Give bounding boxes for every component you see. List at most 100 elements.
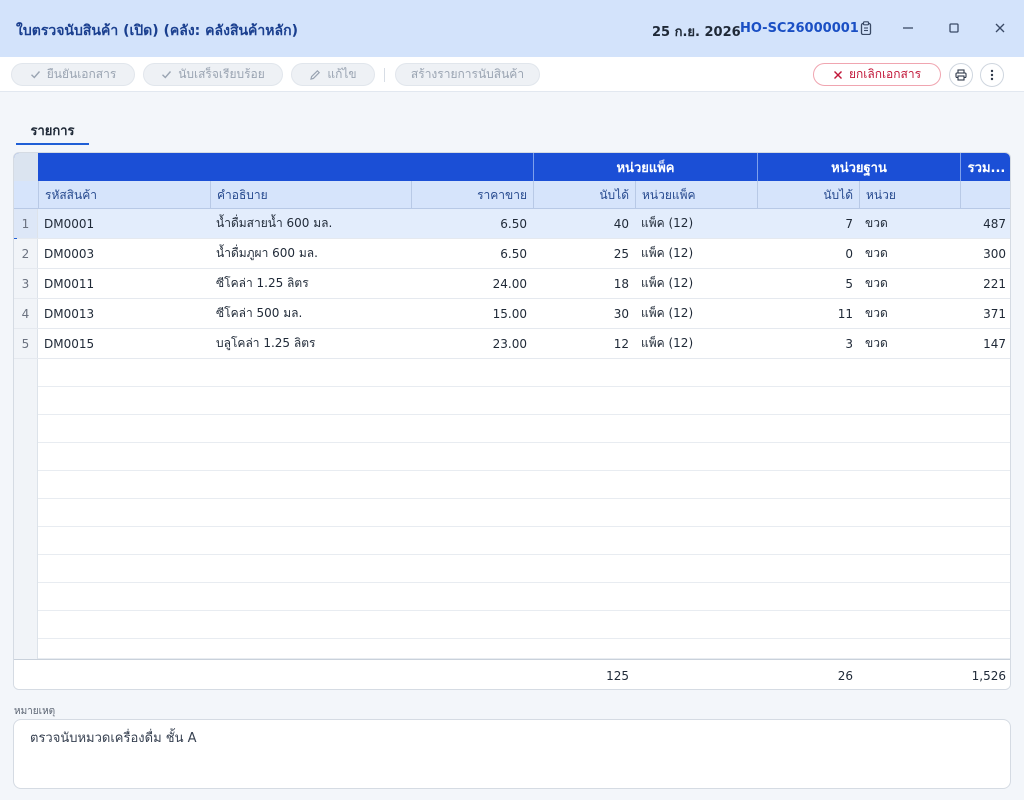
cell-desc: ซีโคล่า 1.25 ลิตร [216,276,309,290]
cell-base-count: 0 [845,246,853,261]
print-button[interactable] [949,63,973,87]
grid-group-header: หน่วยแพ็ค หน่วยฐาน รวม... [14,153,1010,209]
empty-row [14,443,1010,471]
cancel-document-label: ยกเลิกเอกสาร [848,67,922,81]
more-vertical-icon [990,69,994,81]
empty-row [14,639,1010,659]
notes-field[interactable]: ตรวจนับหมวดเครื่องดื่ม ชั้น A [13,719,1011,789]
table-row[interactable]: 5 DM0015 บลูโคล่า 1.25 ลิตร 23.00 12 แพ็… [14,329,1010,359]
row-number: 4 [14,299,38,328]
cell-total: 221 [983,276,1006,291]
more-options-button[interactable] [980,63,1004,87]
cell-total: 300 [983,246,1006,261]
cell-total: 147 [983,336,1006,351]
cell-code: DM0013 [44,306,95,321]
grid-totals-row: 125 26 1,526 [14,659,1010,689]
cell-desc: ซีโคล่า 500 มล. [216,306,303,320]
table-row[interactable]: 2 DM0003 น้ำดื่มภูผา 600 มล. 6.50 25 แพ็… [14,239,1010,269]
cell-base-unit: ขวด [865,276,888,290]
group-header-total: รวม... [960,153,1010,181]
col-header-total[interactable] [960,181,1010,209]
notes-label: หมายเหตุ [14,706,56,717]
total-pack-count: 125 [606,669,629,683]
group-header-blank [38,153,533,181]
cell-price: 24.00 [492,276,527,291]
tab-items[interactable]: รายการ [16,120,89,145]
row-number: 1 [14,209,38,238]
row-number: 2 [14,239,38,268]
cell-base-count: 11 [837,306,853,321]
grid-column-header: รหัสสินค้า คำอธิบาย ราคาขาย นับได้ หน่วย… [14,181,1010,209]
title-bar: ใบตรวจนับสินค้า (เปิด) (คลัง: คลังสินค้า… [0,0,1024,57]
empty-row [14,471,1010,499]
empty-row [14,499,1010,527]
cell-desc: บลูโคล่า 1.25 ลิตร [216,336,316,350]
cancel-document-button[interactable]: ยกเลิกเอกสาร [813,63,941,86]
col-header-desc[interactable]: คำอธิบาย [210,181,411,209]
table-row[interactable]: 3 DM0011 ซีโคล่า 1.25 ลิตร 24.00 18 แพ็ค… [14,269,1010,299]
cell-total: 371 [983,306,1006,321]
cell-price: 6.50 [500,246,527,261]
printer-icon [955,69,967,81]
row-number: 5 [14,329,38,358]
empty-row [14,415,1010,443]
toolbar-divider [384,68,385,82]
cell-total: 487 [983,216,1006,231]
col-header-base-unit[interactable]: หน่วย [859,181,960,209]
total-base-count: 26 [837,669,853,683]
row-number: 3 [14,269,38,298]
create-count-list-button[interactable]: สร้างรายการนับสินค้า [395,63,540,86]
maximize-icon[interactable] [942,16,966,40]
empty-row [14,359,1010,387]
create-count-list-label: สร้างรายการนับสินค้า [410,67,525,81]
cell-base-count: 5 [845,276,853,291]
edit-button[interactable]: แก้ไข [291,63,375,86]
close-icon[interactable] [988,16,1012,40]
cell-base-count: 7 [845,216,853,231]
x-icon [833,70,842,79]
empty-row [14,387,1010,415]
confirm-document-button[interactable]: ยืนยันเอกสาร [11,63,135,86]
finish-count-label: นับเสร็จเรียบร้อย [178,67,265,81]
pencil-icon [310,69,321,80]
col-header-pack-unit[interactable]: หน่วยแพ็ค [635,181,757,209]
cell-desc: น้ำดื่มสายน้ำ 600 มล. [216,216,333,230]
cell-code: DM0001 [44,216,95,231]
cell-price: 6.50 [500,216,527,231]
col-header-code[interactable]: รหัสสินค้า [38,181,210,209]
cell-price: 23.00 [492,336,527,351]
table-row[interactable]: 4 DM0013 ซีโคล่า 500 มล. 15.00 30 แพ็ค (… [14,299,1010,329]
cell-pack-unit: แพ็ค (12) [641,306,694,320]
col-header-pack-count[interactable]: นับได้ [533,181,635,209]
col-header-base-count[interactable]: นับได้ [757,181,859,209]
items-grid: หน่วยแพ็ค หน่วยฐาน รวม... รหัสสินค้า คำอ… [13,152,1011,690]
empty-row [14,527,1010,555]
cell-pack-unit: แพ็ค (12) [641,276,694,290]
empty-row [14,583,1010,611]
document-date: 25 ก.ย. 2026 [652,25,741,40]
col-header-price[interactable]: ราคาขาย [411,181,533,209]
document-number[interactable]: HO-SC26000001 [740,21,859,36]
empty-row [14,611,1010,639]
cell-code: DM0015 [44,336,95,351]
cell-desc: น้ำดื่มภูผา 600 มล. [216,246,318,260]
cell-price: 15.00 [492,306,527,321]
table-row[interactable]: 1 DM0001 น้ำดื่มสายน้ำ 600 มล. 6.50 40 แ… [14,209,1010,239]
window-title: ใบตรวจนับสินค้า (เปิด) (คลัง: คลังสินค้า… [16,23,298,39]
cell-code: DM0011 [44,276,95,291]
cell-pack-count: 30 [613,306,629,321]
empty-row [14,555,1010,583]
cell-pack-count: 40 [613,216,629,231]
cell-code: DM0003 [44,246,95,261]
minimize-icon[interactable] [896,16,920,40]
group-header-pack: หน่วยแพ็ค [533,153,757,181]
clipboard-icon[interactable] [854,16,878,40]
cell-base-unit: ขวด [865,306,888,320]
finish-count-button[interactable]: นับเสร็จเรียบร้อย [143,63,283,86]
cell-pack-count: 25 [613,246,629,261]
cell-base-unit: ขวด [865,246,888,260]
cell-pack-unit: แพ็ค (12) [641,216,694,230]
edit-label: แก้ไข [327,67,357,81]
cell-base-count: 3 [845,336,853,351]
check-icon [30,71,40,79]
